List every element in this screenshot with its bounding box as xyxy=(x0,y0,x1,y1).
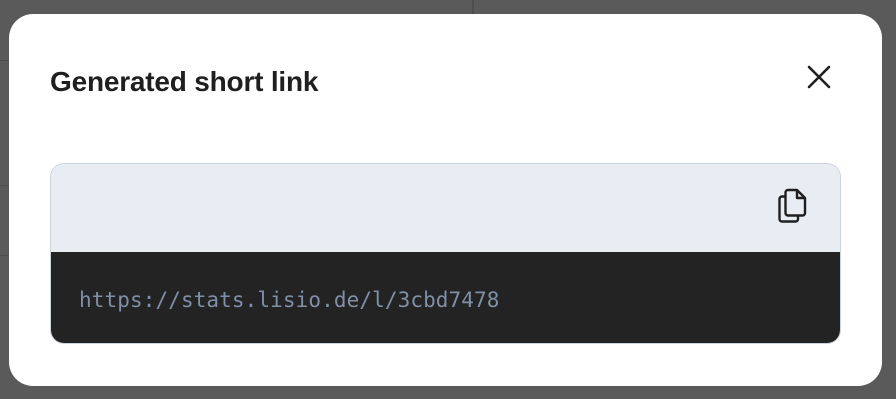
short-link-box: https://stats.lisio.de/l/3cbd7478 xyxy=(50,163,841,344)
short-link-code-block: https://stats.lisio.de/l/3cbd7478 xyxy=(51,252,840,343)
backdrop-divider xyxy=(0,185,9,186)
backdrop-divider xyxy=(472,0,474,14)
short-link-box-header xyxy=(51,164,840,252)
backdrop-divider xyxy=(0,60,9,61)
short-link-text[interactable]: https://stats.lisio.de/l/3cbd7478 xyxy=(79,286,500,312)
copy-icon xyxy=(778,188,807,223)
dialog-title: Generated short link xyxy=(50,66,319,97)
close-icon xyxy=(807,65,831,89)
close-button[interactable] xyxy=(801,59,837,95)
copy-button[interactable] xyxy=(772,186,812,226)
short-link-dialog: Generated short link https://stats.lisio… xyxy=(9,14,882,386)
backdrop-divider xyxy=(0,255,9,256)
